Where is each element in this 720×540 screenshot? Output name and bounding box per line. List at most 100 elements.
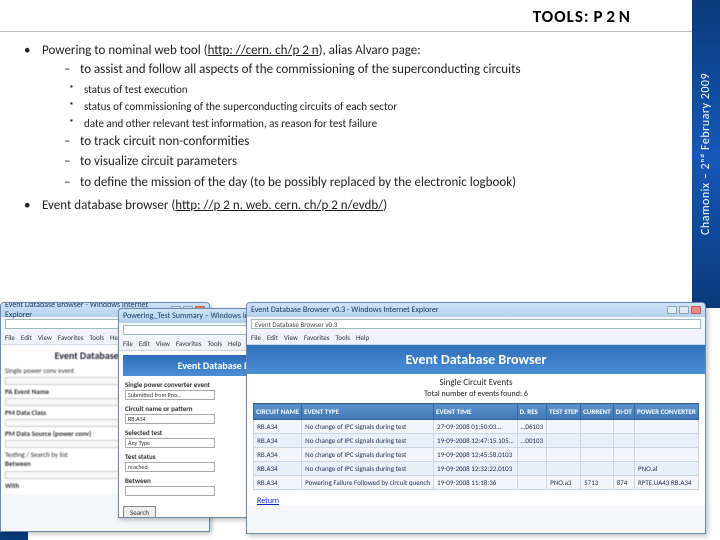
search-button[interactable]: Search xyxy=(123,506,156,518)
table-cell: 19-09-2008 11:18:36 xyxy=(434,476,518,490)
page-subheading: Single Circuit Events xyxy=(247,374,705,389)
menu-item[interactable]: File xyxy=(123,339,133,348)
table-cell xyxy=(581,434,614,448)
table-cell xyxy=(634,448,698,462)
table-row[interactable]: RB.A34No change of IPC signals during te… xyxy=(254,434,699,448)
menu-item[interactable]: File xyxy=(251,333,261,342)
table-cell xyxy=(613,420,634,434)
table-cell xyxy=(613,462,634,476)
sidebar-right: Chamonix – 2ⁿᵈ February 2009 xyxy=(692,0,720,308)
table-cell xyxy=(547,420,581,434)
select-input[interactable]: reached xyxy=(125,462,215,472)
sub-1c: to visualize circuit parameters xyxy=(64,153,630,172)
menu-item[interactable]: View xyxy=(156,339,170,348)
menu-item[interactable]: Favorites xyxy=(58,333,84,342)
menu-item[interactable]: Edit xyxy=(267,333,278,342)
table-cell: RB.A34 xyxy=(254,476,302,490)
tool-name: P 2 N xyxy=(593,6,630,27)
tools-label: TOOLS: xyxy=(533,6,590,27)
table-cell xyxy=(613,434,634,448)
screenshot-stack: Event Database Browser - Windows Interne… xyxy=(0,302,720,540)
bullet-main-1: Powering to nominal web tool (http: //ce… xyxy=(24,42,630,193)
table-cell: 19-09-2008 12:45:58.0103 xyxy=(434,448,518,462)
table-cell: PNO.a3 xyxy=(547,476,581,490)
menu-item[interactable]: Help xyxy=(228,339,241,348)
col-header[interactable]: EVENT TYPE xyxy=(302,404,434,420)
page-heading: Event Database Browser xyxy=(247,345,705,374)
window-titlebar[interactable]: Event Database Browser v0.3 - Windows In… xyxy=(247,303,705,317)
table-cell xyxy=(517,462,547,476)
sub-1d: to define the mission of the day (to be … xyxy=(64,174,630,193)
table-cell: No change of IPC signals during test xyxy=(302,420,434,434)
text-input[interactable]: RB.A34 xyxy=(125,414,215,424)
table-cell: RB.A34 xyxy=(254,462,302,476)
minimize-icon[interactable] xyxy=(667,306,677,314)
menu-item[interactable]: View xyxy=(38,333,52,342)
return-link[interactable]: Return xyxy=(257,496,279,506)
table-cell: 5713 xyxy=(581,476,614,490)
sub-1a-ii: status of commissioning of the supercond… xyxy=(70,99,630,115)
browser-window-3: Event Database Browser v0.3 - Windows In… xyxy=(246,302,706,534)
table-cell xyxy=(613,448,634,462)
maximize-icon[interactable] xyxy=(679,306,689,314)
table-cell: RPTE.UA43 RB.A34 xyxy=(634,476,698,490)
result-count: Total number of events found: 6 xyxy=(247,389,705,403)
window-title: Event Database Browser v0.3 - Windows In… xyxy=(251,305,439,315)
table-cell: RB.A34 xyxy=(254,448,302,462)
select-input[interactable]: Any Type xyxy=(125,438,215,448)
menu-item[interactable]: Tools xyxy=(336,333,351,342)
address-bar[interactable]: Event Database Browser v0.3 xyxy=(251,319,701,329)
menu-item[interactable]: Edit xyxy=(139,339,150,348)
table-cell: No change of IPC signals during test xyxy=(302,462,434,476)
page-body: Event Database Browser Single Circuit Ev… xyxy=(247,345,705,506)
col-header[interactable]: EVENT TIME xyxy=(434,404,518,420)
table-row[interactable]: RB.A34No change of IPC signals during te… xyxy=(254,420,699,434)
link-p2n[interactable]: http: //cern. ch/p 2 n xyxy=(208,43,319,58)
date-input[interactable] xyxy=(125,486,215,496)
table-cell xyxy=(517,476,547,490)
col-header[interactable]: CURRENT xyxy=(581,404,614,420)
col-header[interactable]: TEST STEP xyxy=(547,404,581,420)
table-row[interactable]: RB.A34Powering Failure Followed by circu… xyxy=(254,476,699,490)
menu-item[interactable]: Favorites xyxy=(176,339,202,348)
table-row[interactable]: RB.A34No change of IPC signals during te… xyxy=(254,448,699,462)
table-cell xyxy=(634,420,698,434)
sub-1b: to track circuit non-conformities xyxy=(64,133,630,152)
table-cell: …06103 xyxy=(517,420,547,434)
table-cell xyxy=(547,462,581,476)
table-cell: PNO.al xyxy=(634,462,698,476)
col-header[interactable]: POWER CONVERTER xyxy=(634,404,698,420)
table-cell xyxy=(634,434,698,448)
menu-item[interactable]: Tools xyxy=(208,339,223,348)
col-header[interactable]: CIRCUIT NAME xyxy=(254,404,302,420)
table-cell: 874 xyxy=(613,476,634,490)
menu-item[interactable]: Help xyxy=(356,333,369,342)
menu-item[interactable]: View xyxy=(284,333,298,342)
table-cell: 19-09-2008 12:47:15.105… xyxy=(434,434,518,448)
table-cell xyxy=(547,434,581,448)
table-cell xyxy=(517,448,547,462)
menu-item[interactable]: Tools xyxy=(90,333,105,342)
table-cell: No change of IPC signals during test xyxy=(302,434,434,448)
window-buttons xyxy=(667,306,701,314)
results-table: CIRCUIT NAME EVENT TYPE EVENT TIME D. RE… xyxy=(253,403,699,490)
col-header[interactable]: DI-DT xyxy=(613,404,634,420)
slide-title: TOOLS: P 2 N xyxy=(0,0,720,32)
menu-item[interactable]: Favorites xyxy=(304,333,330,342)
table-cell xyxy=(547,448,581,462)
col-header[interactable]: D. RES xyxy=(517,404,547,420)
return-link-wrap: Return xyxy=(257,496,695,506)
close-icon[interactable] xyxy=(691,306,701,314)
menu-item[interactable]: Edit xyxy=(21,333,32,342)
table-cell xyxy=(581,420,614,434)
table-cell xyxy=(581,448,614,462)
menu-bar: File Edit View Favorites Tools Help xyxy=(247,331,705,345)
table-row[interactable]: RB.A34No change of IPC signals during te… xyxy=(254,462,699,476)
table-cell: …00103 xyxy=(517,434,547,448)
table-cell: No change of IPC signals during test xyxy=(302,448,434,462)
slide-body: Powering to nominal web tool (http: //ce… xyxy=(0,32,720,226)
link-evdb[interactable]: http: //p 2 n. web. cern. ch/p 2 n/evdb/ xyxy=(175,198,383,213)
bullet-main-2: Event database browser (http: //p 2 n. w… xyxy=(24,197,630,216)
menu-item[interactable]: File xyxy=(5,333,15,342)
text-input[interactable]: Submitted from Pno… xyxy=(125,390,215,400)
